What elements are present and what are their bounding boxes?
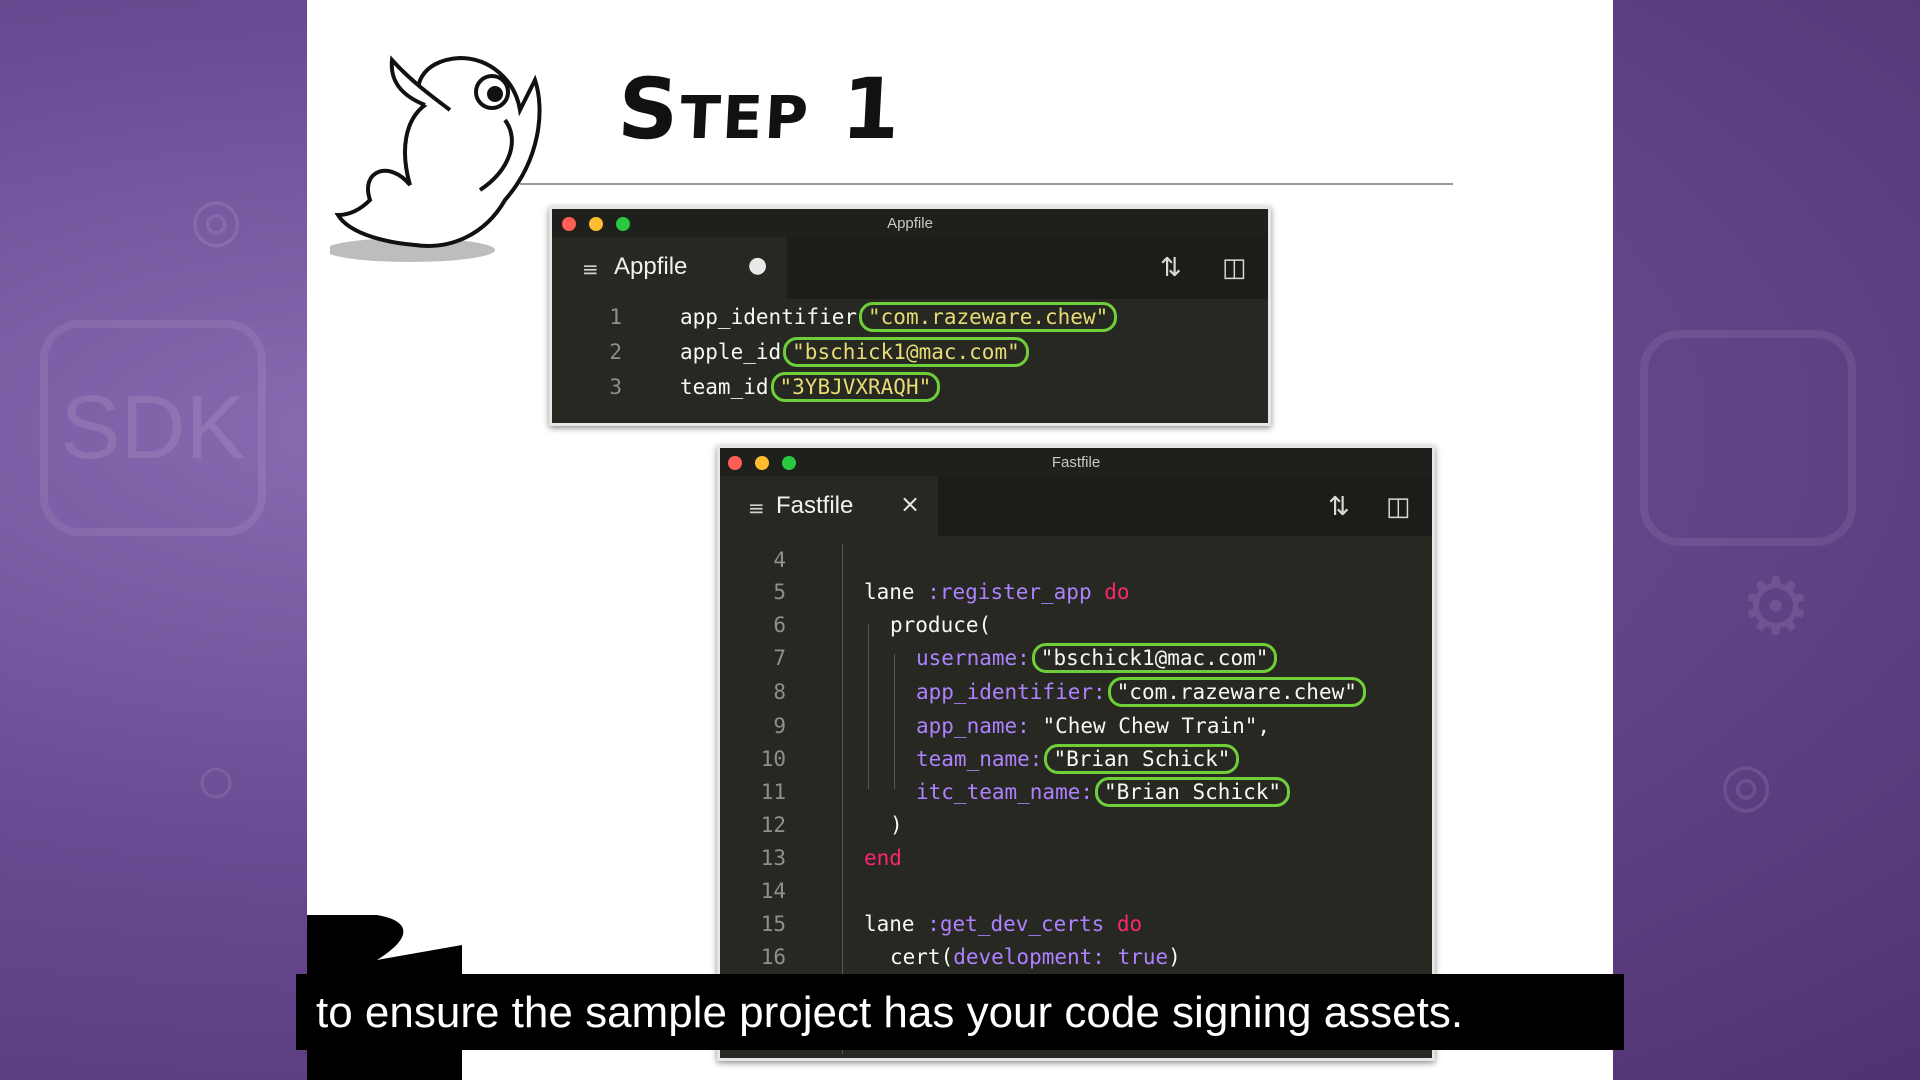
code-text: app_name: "Chew Chew Train", [916,714,1271,738]
window-titlebar: Fastfile [720,448,1432,476]
code-text: team_id "3YBJVXRAQH" [680,372,941,402]
highlighted-value: "3YBJVXRAQH" [770,372,941,402]
window-title: Appfile [887,215,933,232]
unsaved-dot-icon[interactable]: ● [748,253,767,278]
subtitle-caption: to ensure the sample project has your co… [296,974,1624,1050]
code-line: 9 app_name: "Chew Chew Train", [720,714,1432,748]
code-text: itc_team_name: "Brian Schick" [916,777,1291,807]
tab-label: Appfile [614,253,688,280]
line-number: 14 [760,879,786,903]
line-number: 4 [773,548,786,572]
code-line: 13 end [720,846,1432,880]
tab-label: Fastfile [776,492,854,519]
split-pane-icon[interactable]: ◫ [1222,253,1247,283]
tab-appfile[interactable]: ≡ Appfile ● [552,237,787,299]
fastfile-window: Fastfile ≡ Fastfile × ⇅ ◫ 4 5 lane :regi… [717,445,1435,1061]
split-pane-icon[interactable]: ◫ [1386,492,1411,522]
code-text: apple_id "bschick1@mac.com" [680,337,1029,367]
highlighted-value: "bschick1@mac.com" [1031,643,1278,673]
code-line: 15 lane :get_dev_certs do [720,912,1432,946]
line-number: 9 [773,714,786,738]
code-text: ) [890,813,903,837]
line-number: 5 [773,580,786,604]
file-lines-icon: ≡ [748,496,765,520]
code-line: 6 produce( [720,613,1432,647]
window-titlebar: Appfile [552,209,1268,237]
file-lines-icon: ≡ [582,257,599,281]
code-line: 2 apple_id "bschick1@mac.com" [552,337,1268,374]
highlighted-value: "bschick1@mac.com" [783,337,1029,367]
line-number: 16 [760,945,786,969]
code-text: app_identifier "com.razeware.chew" [680,302,1118,332]
line-number: 6 [773,613,786,637]
swift-icon [1640,330,1856,546]
line-number: 1 [609,305,622,329]
code-text: username: "bschick1@mac.com" [916,643,1278,673]
eye-icon: ◎ [1720,751,1773,818]
line-number: 10 [760,747,786,771]
line-number: 12 [760,813,786,837]
highlighted-value: "Brian Schick" [1044,744,1240,774]
line-number: 11 [760,780,786,804]
eye-icon: ◎ [190,186,243,253]
git-compare-icon[interactable]: ⇅ [1160,253,1182,283]
tab-bar: ≡ Fastfile × ⇅ ◫ [720,476,1432,536]
code-line: 3 team_id "3YBJVXRAQH" [552,372,1268,409]
line-number: 15 [760,912,786,936]
code-line: 7 username: "bschick1@mac.com" [720,643,1432,680]
line-number: 8 [773,680,786,704]
highlighted-value: "com.razeware.chew" [859,302,1118,332]
tab-fastfile[interactable]: ≡ Fastfile × [720,476,938,536]
code-line: 11 itc_team_name: "Brian Schick" [720,777,1432,814]
bird-mascot-icon [330,55,542,262]
code-line: 5 lane :register_app do [720,580,1432,614]
gear-icon: ⚙ [1740,562,1812,651]
highlighted-value: "com.razeware.chew" [1107,677,1366,707]
code-line: 12 ) [720,813,1432,847]
line-number: 2 [609,340,622,364]
line-number: 13 [760,846,786,870]
code-text: app_identifier: "com.razeware.chew" [916,677,1366,707]
code-text: cert(development: true) [890,945,1181,969]
code-text: lane :get_dev_certs do [864,912,1143,936]
highlighted-value: "Brian Schick" [1095,777,1291,807]
window-title: Fastfile [1051,454,1101,471]
caption-text: to ensure the sample project has your co… [316,988,1464,1037]
appfile-window: Appfile ≡ Appfile ● ⇅ ◫ 1 app_identifier… [549,206,1271,426]
slide-title: Step 1 [615,60,905,158]
title-divider [520,183,1453,185]
line-number: 3 [609,375,622,399]
git-compare-icon[interactable]: ⇅ [1328,492,1350,522]
lightbulb-icon: ○ [195,741,238,819]
code-text: end [864,846,902,870]
close-tab-button[interactable]: × [900,490,920,518]
line-number: 7 [773,646,786,670]
code-line: 4 [720,548,1432,582]
code-text: produce( [890,613,992,637]
sdk-icon: SDK [40,320,266,536]
code-line: 14 [720,879,1432,913]
code-line: 1 app_identifier "com.razeware.chew" [552,302,1268,339]
code-line: 10 team_name: "Brian Schick" [720,744,1432,781]
tab-bar: ≡ Appfile ● ⇅ ◫ [552,237,1268,299]
code-line: 8 app_identifier: "com.razeware.chew" [720,677,1432,714]
code-text: lane :register_app do [864,580,1130,604]
code-text: team_name: "Brian Schick" [916,744,1240,774]
